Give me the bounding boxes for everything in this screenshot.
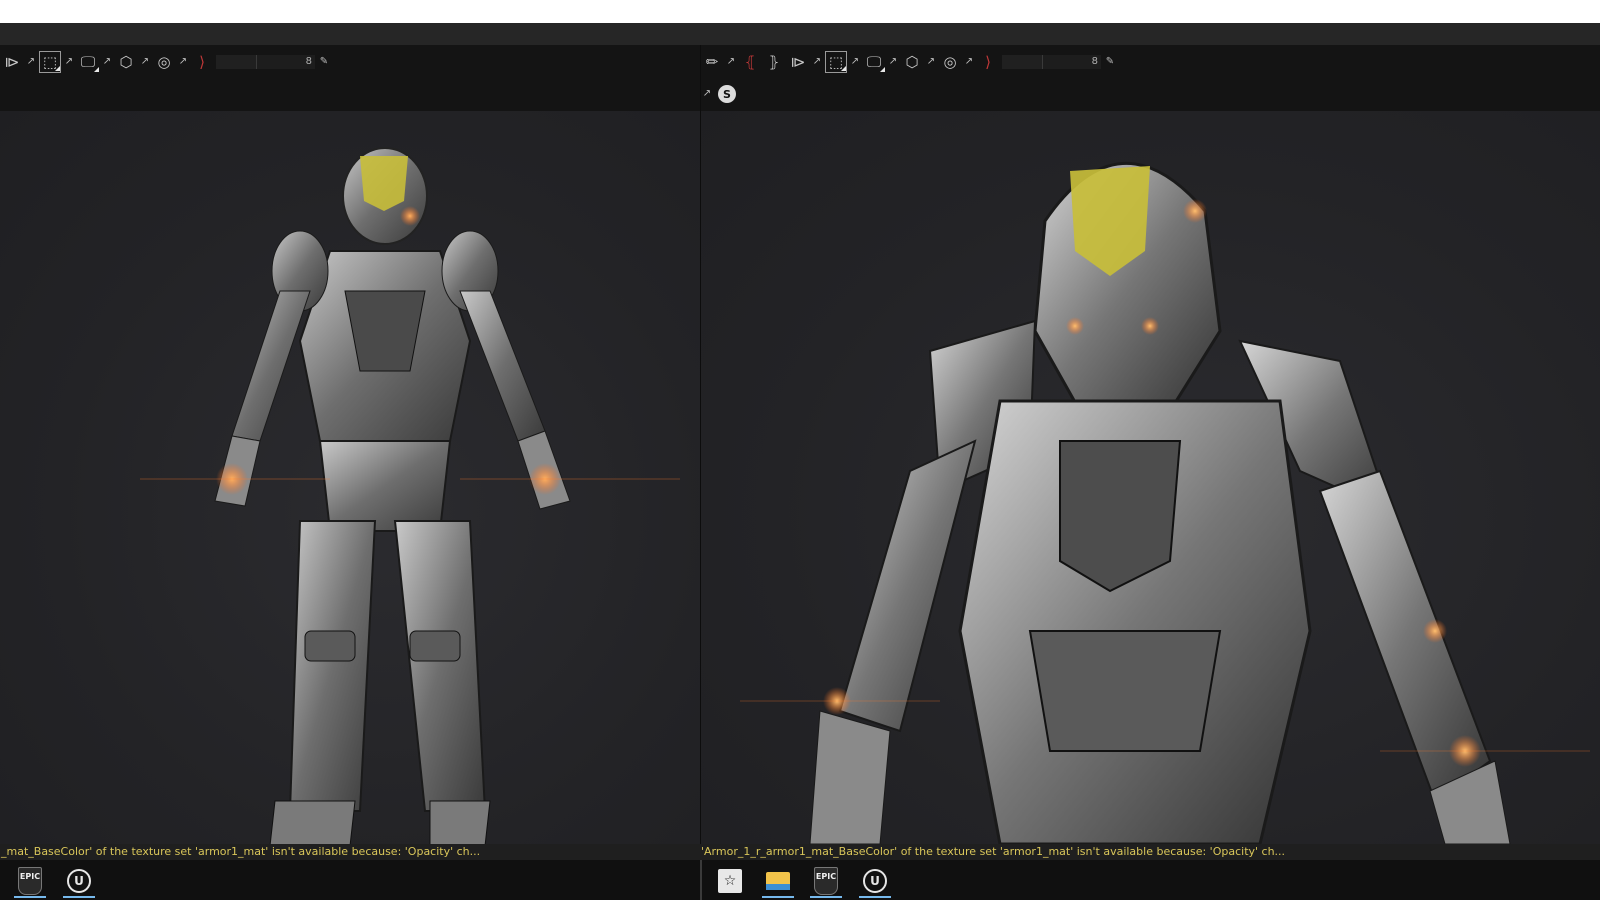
cube-view-icon[interactable]: ⬚ (39, 51, 61, 73)
active-indicator (762, 896, 794, 898)
brush-size-value[interactable]: 8 (1043, 55, 1101, 69)
toolbar-row: ⧐ ↗ ⬚ ↗ 🖵 ↗ ⬡ ↗ ◎ ↗ ⟩ 8 ✎ (0, 51, 331, 73)
pane-divider[interactable] (700, 45, 701, 900)
cube-view-icon[interactable]: ⬚ (825, 51, 847, 73)
popout-icon[interactable]: ↗ (849, 51, 861, 73)
popout-icon[interactable]: ↗ (925, 51, 937, 73)
display-icon[interactable]: 🖵 (863, 51, 885, 73)
mirror-icon[interactable]: ⧐ (787, 51, 809, 73)
zbrush-button[interactable]: ☆ (710, 864, 750, 898)
file-explorer-button[interactable] (758, 864, 798, 898)
taskbar-right: ☆ EPIC U (700, 860, 1600, 900)
red-mirror-icon[interactable]: ⟩ (977, 51, 999, 73)
red-mirror-icon[interactable]: ⟩ (191, 51, 213, 73)
active-indicator (14, 896, 46, 898)
folder-icon (766, 872, 790, 890)
status-text: 'Armor_1_r_armor1_mat_BaseColor' of the … (701, 845, 1286, 858)
symmetry-icon[interactable]: ⦃ (739, 51, 761, 73)
unreal-engine-icon: U (67, 869, 91, 893)
menu-bar (0, 23, 1600, 46)
popout-icon[interactable]: ↗ (101, 51, 113, 73)
symmetry-x-icon[interactable]: ⦄ (763, 51, 785, 73)
brush-size-field[interactable]: 8 (216, 54, 315, 70)
brush-size-slider[interactable] (1002, 55, 1043, 69)
viewport-pane-left: ⧐ ↗ ⬚ ↗ 🖵 ↗ ⬡ ↗ ◎ ↗ ⟩ 8 ✎ (0, 45, 700, 844)
status-message-right: 'Armor_1_r_armor1_mat_BaseColor' of the … (700, 844, 1600, 860)
wire-cube-icon[interactable]: ⬡ (115, 51, 137, 73)
paint-brush-icon[interactable]: ✏ (701, 51, 723, 73)
unreal-engine-button[interactable]: U (855, 864, 895, 898)
toolbar-row-2: ↗ S (700, 83, 736, 105)
pencil-icon[interactable]: ✎ (318, 51, 330, 73)
active-indicator (859, 896, 891, 898)
viewport-pane-right: ✏ ↗ ⦃ ⦄ ⧐ ↗ ⬚ ↗ 🖵 ↗ ⬡ ↗ ◎ ↗ ⟩ 8 ✎ ↗ S (700, 45, 1600, 844)
brush-size-value[interactable]: 8 (257, 55, 315, 69)
3d-viewport-right[interactable] (700, 111, 1600, 844)
armor-model-closeup (740, 162, 1590, 844)
viewport-toolbar-right: ✏ ↗ ⦃ ⦄ ⧐ ↗ ⬚ ↗ 🖵 ↗ ⬡ ↗ ◎ ↗ ⟩ 8 ✎ ↗ S (700, 45, 1600, 111)
window-top-strip (0, 0, 1600, 23)
popout-icon[interactable]: ↗ (701, 83, 713, 105)
viewport-toolbar-left: ⧐ ↗ ⬚ ↗ 🖵 ↗ ⬡ ↗ ◎ ↗ ⟩ 8 ✎ (0, 45, 700, 111)
popout-icon[interactable]: ↗ (139, 51, 151, 73)
display-icon[interactable]: 🖵 (77, 51, 99, 73)
substance-icon[interactable]: S (718, 85, 736, 103)
popout-icon[interactable]: ↗ (811, 51, 823, 73)
toolbar-row: ✏ ↗ ⦃ ⦄ ⧐ ↗ ⬚ ↗ 🖵 ↗ ⬡ ↗ ◎ ↗ ⟩ 8 ✎ (700, 51, 1117, 73)
brush-size-field[interactable]: 8 (1002, 54, 1101, 70)
armor-model-full-body (140, 147, 680, 844)
taskbar-left: EPIC U (0, 860, 700, 900)
popout-icon[interactable]: ↗ (63, 51, 75, 73)
wire-cube-icon[interactable]: ⬡ (901, 51, 923, 73)
epic-games-icon: EPIC (814, 867, 838, 895)
mirror-icon[interactable]: ⧐ (1, 51, 23, 73)
unreal-engine-button[interactable]: U (59, 864, 99, 898)
3d-viewport-left[interactable] (0, 111, 700, 844)
popout-icon[interactable]: ↗ (177, 51, 189, 73)
popout-icon[interactable]: ↗ (725, 51, 737, 73)
pencil-icon[interactable]: ✎ (1104, 51, 1116, 73)
active-indicator (63, 896, 95, 898)
popout-icon[interactable]: ↗ (25, 51, 37, 73)
popout-icon[interactable]: ↗ (887, 51, 899, 73)
camera-icon[interactable]: ◎ (153, 51, 175, 73)
unreal-engine-icon: U (863, 869, 887, 893)
brush-size-slider[interactable] (216, 55, 257, 69)
epic-games-launcher-button[interactable]: EPIC (806, 864, 846, 898)
popout-icon[interactable]: ↗ (963, 51, 975, 73)
epic-games-icon: EPIC (18, 867, 42, 895)
zbrush-icon: ☆ (718, 869, 742, 893)
camera-icon[interactable]: ◎ (939, 51, 961, 73)
status-text: _mat_BaseColor' of the texture set 'armo… (1, 845, 481, 858)
status-message-left: _mat_BaseColor' of the texture set 'armo… (0, 844, 700, 860)
epic-games-launcher-button[interactable]: EPIC (10, 864, 50, 898)
active-indicator (810, 896, 842, 898)
